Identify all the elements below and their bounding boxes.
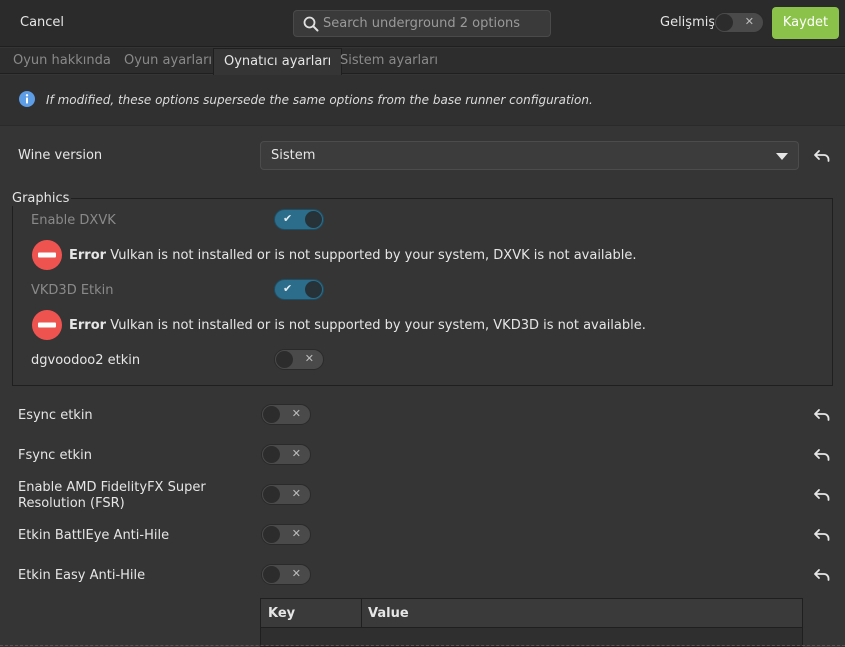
switch-check-icon: ✔: [283, 212, 293, 225]
save-button[interactable]: Kaydet: [772, 7, 839, 39]
advanced-label: Gelişmiş: [660, 15, 716, 30]
tab-bar: Oyun hakkında Oyun ayarları Oynatıcı aya…: [0, 48, 845, 75]
switch-off-icon: ✕: [291, 487, 301, 500]
fsr-label: Enable AMD FidelityFX Super Resolution (…: [18, 480, 206, 512]
reset-battleye-icon[interactable]: [813, 526, 831, 544]
battleye-switch[interactable]: ✕: [261, 524, 311, 545]
dxvk-error-icon: [32, 240, 62, 270]
switch-off-icon: ✕: [291, 447, 301, 460]
scroll-edge-divider: [0, 645, 845, 646]
switch-off-icon: ✕: [291, 527, 301, 540]
fsync-label: Fsync etkin: [18, 448, 92, 463]
fsr-label-line1: Enable AMD FidelityFX Super: [18, 480, 206, 495]
switch-knob: [263, 486, 280, 503]
wine-version-dropdown[interactable]: Sistem: [260, 141, 799, 170]
search-input[interactable]: [323, 11, 547, 36]
fsync-switch[interactable]: ✕: [261, 444, 311, 465]
tab-game-options[interactable]: Oyun ayarları: [114, 48, 222, 74]
switch-off-icon: ✕: [291, 567, 301, 580]
graphics-group-label: Graphics: [12, 191, 72, 206]
dropdown-arrow-icon: [776, 153, 788, 160]
header-bar: Cancel Gelişmiş ✕ Kaydet: [0, 0, 845, 47]
eac-switch[interactable]: ✕: [261, 564, 311, 585]
tab-game-info[interactable]: Oyun hakkında: [3, 48, 121, 74]
switch-knob: [305, 211, 322, 228]
reset-wine-version-icon[interactable]: [813, 147, 831, 165]
eac-label: Etkin Easy Anti-Hile: [18, 568, 146, 583]
dxvk-error-title: Error: [69, 248, 107, 263]
tab-runner-options[interactable]: Oynatıcı ayarları: [213, 48, 343, 75]
cancel-button[interactable]: Cancel: [8, 9, 76, 37]
fsr-label-line2: Resolution (FSR): [18, 496, 125, 511]
dxvk-error-text: Vulkan is not installed or is not suppor…: [110, 248, 637, 263]
search-box[interactable]: [293, 10, 551, 37]
switch-knob: [263, 446, 280, 463]
switch-knob: [276, 351, 293, 368]
reset-fsync-icon[interactable]: [813, 446, 831, 464]
advanced-switch[interactable]: ✕: [714, 12, 764, 33]
table-header: Key Value: [261, 599, 802, 628]
switch-off-icon: ✕: [291, 407, 301, 420]
info-text: If modified, these options supersede the…: [46, 93, 593, 107]
vkd3d-error-message: Error Vulkan is not installed or is not …: [69, 318, 646, 333]
vkd3d-switch[interactable]: ✔: [274, 279, 324, 300]
column-header-key[interactable]: Key: [268, 606, 295, 621]
dgvoodoo-switch[interactable]: ✕: [274, 349, 324, 370]
switch-off-icon: ✕: [744, 15, 754, 28]
dgvoodoo-label: dgvoodoo2 etkin: [31, 353, 141, 368]
reset-eac-icon[interactable]: [813, 566, 831, 584]
switch-knob: [716, 14, 733, 31]
switch-knob: [263, 406, 280, 423]
column-header-value[interactable]: Value: [368, 606, 409, 621]
dxvk-label: Enable DXVK: [31, 213, 116, 228]
tab-system-options[interactable]: Sistem ayarları: [330, 48, 448, 74]
info-icon: [19, 91, 35, 107]
reset-esync-icon[interactable]: [813, 406, 831, 424]
vkd3d-error-icon: [32, 310, 62, 340]
switch-check-icon: ✔: [283, 282, 293, 295]
vkd3d-label: VKD3D Etkin: [31, 283, 114, 298]
switch-off-icon: ✕: [304, 352, 314, 365]
wine-version-label: Wine version: [18, 148, 103, 163]
vkd3d-error-text: Vulkan is not installed or is not suppor…: [110, 318, 646, 333]
vkd3d-error-title: Error: [69, 318, 107, 333]
switch-knob: [305, 281, 322, 298]
battleye-label: Etkin BattlEye Anti-Hile: [18, 528, 170, 543]
dxvk-error-message: Error Vulkan is not installed or is not …: [69, 248, 637, 263]
esync-switch[interactable]: ✕: [261, 404, 311, 425]
switch-knob: [263, 526, 280, 543]
environment-variables-table[interactable]: Key Value: [260, 598, 803, 647]
switch-knob: [263, 566, 280, 583]
dxvk-switch[interactable]: ✔: [274, 209, 324, 230]
wine-version-value: Sistem: [271, 148, 316, 163]
reset-fsr-icon[interactable]: [813, 486, 831, 504]
fsr-switch[interactable]: ✕: [261, 484, 311, 505]
search-icon: [303, 16, 319, 32]
column-divider: [361, 599, 362, 628]
info-bar: If modified, these options supersede the…: [0, 75, 845, 126]
esync-label: Esync etkin: [18, 408, 93, 423]
